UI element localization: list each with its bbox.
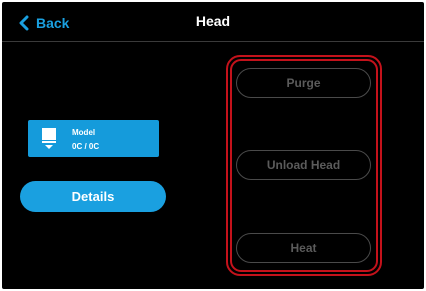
unload-head-button[interactable]: Unload Head	[236, 150, 371, 180]
model-temperature: 0C / 0C	[72, 142, 100, 151]
print-head-icon	[42, 128, 56, 149]
model-status-card[interactable]: Model 0C / 0C	[28, 120, 159, 157]
heat-button[interactable]: Heat	[236, 233, 371, 263]
model-name: Model	[72, 128, 96, 137]
header-divider	[2, 41, 424, 42]
page-title: Head	[195, 13, 231, 29]
device-screen: Back Head Model 0C / 0C Details Purge Un…	[2, 2, 424, 289]
purge-button[interactable]: Purge	[236, 68, 371, 98]
top-bar: Back Head	[2, 2, 424, 42]
details-button[interactable]: Details	[20, 181, 166, 212]
